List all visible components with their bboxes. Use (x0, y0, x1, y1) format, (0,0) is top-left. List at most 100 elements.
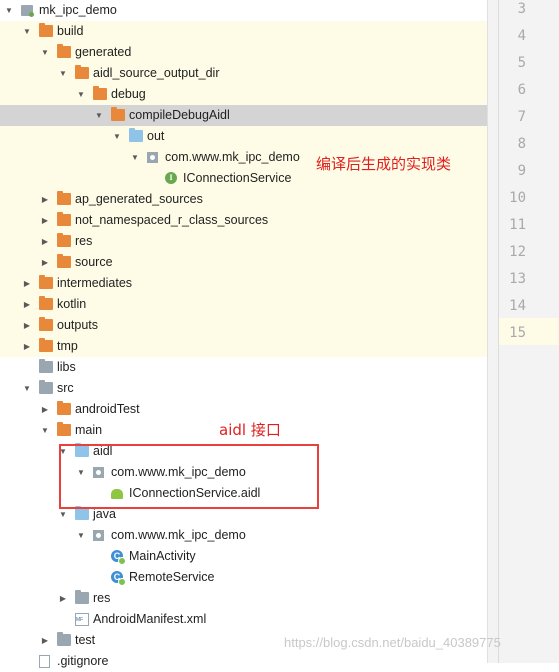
tree-row-label: tmp (57, 339, 78, 353)
folder-icon (57, 44, 71, 58)
collapse-arrow-icon[interactable]: ▼ (76, 525, 86, 546)
package-icon (147, 152, 158, 163)
tree-row-6[interactable]: ▼ out (0, 126, 487, 147)
tree-row-16[interactable]: ▶ tmp (0, 336, 487, 357)
line-number: 4 (517, 28, 526, 44)
tree-row-0[interactable]: ▼ mk_ipc_demo (0, 0, 487, 21)
line-number: 6 (517, 82, 526, 98)
tree-row-2[interactable]: ▼ generated (0, 42, 487, 63)
folder-icon (75, 65, 89, 79)
collapse-arrow-icon[interactable]: ▼ (40, 420, 50, 441)
expand-arrow-icon[interactable]: ▶ (22, 336, 32, 357)
tree-row-label: kotlin (57, 297, 87, 311)
folder-icon (93, 86, 107, 100)
tree-row-label: libs (57, 360, 76, 374)
aidl-interface-annotation: aidl 接口 (219, 421, 281, 439)
tree-row-28[interactable]: ▶ res (0, 588, 487, 609)
collapse-arrow-icon[interactable]: ▼ (76, 84, 86, 105)
expand-arrow-icon[interactable]: ▶ (22, 315, 32, 336)
tree-row-10[interactable]: ▶ not_namespaced_r_class_sources (0, 210, 487, 231)
collapse-arrow-icon[interactable]: ▼ (94, 105, 104, 126)
class-icon: C (111, 550, 126, 565)
tree-row-26[interactable]: C MainActivity (0, 546, 487, 567)
expand-arrow-icon[interactable]: ▶ (22, 294, 32, 315)
expand-arrow-icon[interactable]: ▶ (58, 588, 68, 609)
folder-icon (39, 380, 53, 394)
aidl-highlight-box (59, 444, 319, 509)
collapse-arrow-icon[interactable]: ▼ (130, 147, 140, 168)
folder-icon (57, 401, 71, 415)
tree-row-1[interactable]: ▼ build (0, 21, 487, 42)
tree-row-13[interactable]: ▶ intermediates (0, 273, 487, 294)
tree-row-27[interactable]: C RemoteService (0, 567, 487, 588)
expand-arrow-icon[interactable]: ▶ (40, 231, 50, 252)
tree-row-25[interactable]: ▼ com.www.mk_ipc_demo (0, 525, 487, 546)
line-number: 11 (509, 217, 526, 233)
collapse-arrow-icon[interactable]: ▼ (58, 63, 68, 84)
collapse-arrow-icon[interactable]: ▼ (4, 0, 14, 21)
folder-icon (57, 191, 71, 205)
folder-icon (57, 254, 71, 268)
tree-row-label: mk_ipc_demo (39, 3, 117, 17)
expand-arrow-icon[interactable]: ▶ (40, 210, 50, 231)
collapse-arrow-icon[interactable]: ▼ (40, 42, 50, 63)
tree-row-label: intermediates (57, 276, 133, 290)
tree-row-11[interactable]: ▶ res (0, 231, 487, 252)
tree-row-17[interactable]: libs (0, 357, 487, 378)
folder-icon (39, 338, 53, 352)
tree-row-label: res (75, 234, 93, 248)
tree-row-18[interactable]: ▼ src (0, 378, 487, 399)
tree-row-3[interactable]: ▼ aidl_source_output_dir (0, 63, 487, 84)
generated-impl-annotation: 编译后生成的实现类 (316, 155, 452, 173)
expand-arrow-icon[interactable]: ▶ (40, 189, 50, 210)
collapse-arrow-icon[interactable]: ▼ (22, 378, 32, 399)
tree-row-label: generated (75, 45, 132, 59)
tree-row-label: main (75, 423, 103, 437)
project-tree: ▼ mk_ipc_demo ▼ build ▼ generated ▼ aidl_source… (0, 0, 487, 668)
collapse-arrow-icon[interactable]: ▼ (112, 126, 122, 147)
tree-row-5[interactable]: ▼ compileDebugAidl (0, 105, 487, 126)
folder-icon (57, 632, 71, 646)
collapse-arrow-icon[interactable]: ▼ (22, 21, 32, 42)
module-icon (21, 5, 34, 17)
tree-row-19[interactable]: ▶ androidTest (0, 399, 487, 420)
folder-icon (111, 107, 125, 121)
manifest-icon: MF (75, 613, 89, 626)
tree-row-label: source (75, 255, 113, 269)
source-folder-icon (129, 128, 143, 142)
tree-row-label: androidTest (75, 402, 140, 416)
tree-row-label: MainActivity (129, 549, 196, 563)
tree-row-label: IConnectionService (183, 171, 292, 185)
folder-icon (39, 296, 53, 310)
tree-row-label: RemoteService (129, 570, 215, 584)
line-number: 5 (517, 55, 526, 71)
tree-row-15[interactable]: ▶ outputs (0, 315, 487, 336)
folder-icon (39, 23, 53, 37)
expand-arrow-icon[interactable]: ▶ (40, 630, 50, 651)
line-number: 7 (517, 109, 526, 125)
line-number: 15 (509, 325, 526, 341)
expand-arrow-icon[interactable]: ▶ (40, 399, 50, 420)
tree-row-12[interactable]: ▶ source (0, 252, 487, 273)
folder-icon (39, 317, 53, 331)
source-folder-icon (75, 506, 89, 520)
tree-row-label: src (57, 381, 74, 395)
line-number: 3 (517, 1, 526, 17)
tree-row-4[interactable]: ▼ debug (0, 84, 487, 105)
tree-row-label: compileDebugAidl (129, 108, 230, 122)
line-number: 8 (517, 136, 526, 152)
tree-row-14[interactable]: ▶ kotlin (0, 294, 487, 315)
folder-icon (39, 275, 53, 289)
tree-row-29[interactable]: MF AndroidManifest.xml (0, 609, 487, 630)
tree-row-label: not_namespaced_r_class_sources (75, 213, 269, 227)
expand-arrow-icon[interactable]: ▶ (40, 252, 50, 273)
tree-row-label: debug (111, 87, 146, 101)
interface-icon: I (165, 172, 177, 184)
package-icon (93, 530, 104, 541)
resource-folder-icon (75, 590, 89, 604)
line-number: 13 (509, 271, 526, 287)
tree-row-9[interactable]: ▶ ap_generated_sources (0, 189, 487, 210)
expand-arrow-icon[interactable]: ▶ (22, 273, 32, 294)
tree-row-31[interactable]: .gitignore (0, 651, 487, 672)
tree-row-label: AndroidManifest.xml (93, 612, 207, 626)
